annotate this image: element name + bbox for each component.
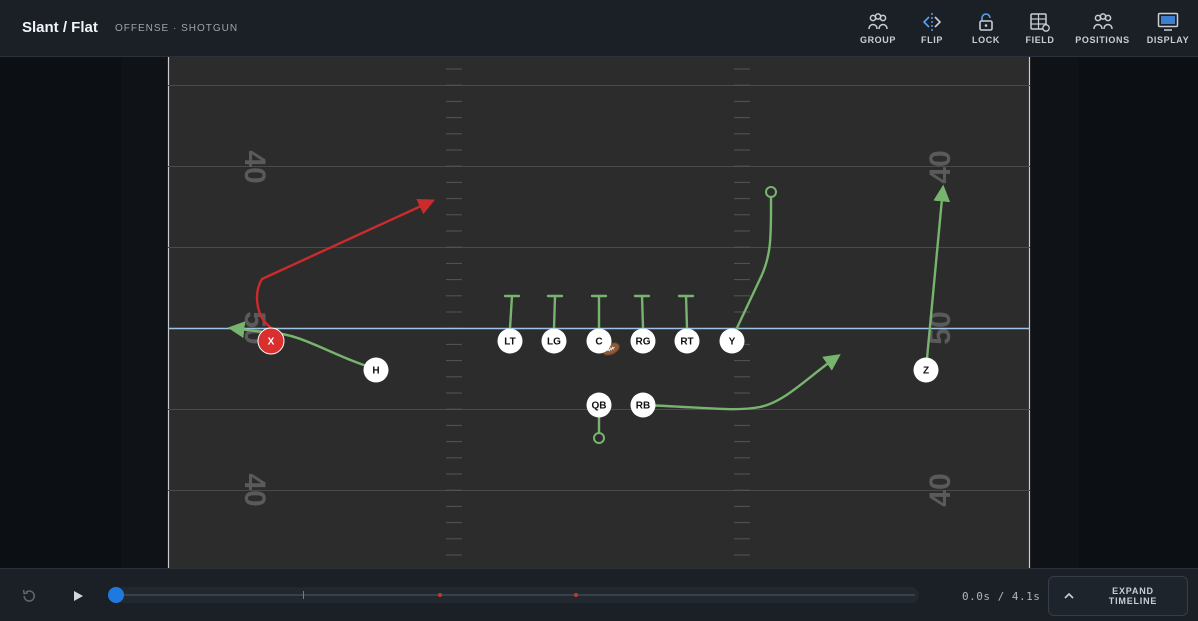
timeline-playhead[interactable] — [108, 587, 124, 603]
display-button[interactable]: DISPLAY — [1138, 0, 1198, 57]
group-button[interactable]: GROUP — [851, 0, 905, 57]
yard-number-top-right: 40 — [924, 150, 957, 183]
timeline-event-marker[interactable] — [574, 593, 578, 597]
play-button[interactable] — [65, 583, 91, 609]
player-lt-label: LT — [504, 337, 515, 348]
timeline-scrubber[interactable] — [108, 587, 919, 603]
yard-number-bottom-left: 40 — [238, 473, 271, 506]
positions-button[interactable]: POSITIONS — [1067, 0, 1138, 57]
reset-button[interactable] — [16, 583, 42, 609]
lock-icon — [979, 13, 993, 31]
expand-timeline-button[interactable]: EXPAND TIMELINE — [1048, 576, 1188, 616]
flip-label: FLIP — [921, 35, 943, 45]
timeline-bar: 0.0s / 4.1s EXPAND TIMELINE — [0, 568, 1198, 621]
reset-icon — [22, 589, 35, 602]
field-label: FIELD — [1025, 35, 1055, 45]
player-qb[interactable]: QB — [586, 392, 612, 418]
player-rb[interactable]: RB — [630, 392, 656, 418]
display-icon — [1157, 12, 1179, 31]
group-label: GROUP — [859, 35, 896, 45]
player-rt-label: RT — [680, 337, 693, 348]
positions-icon — [1092, 13, 1113, 30]
play-icon — [74, 591, 83, 601]
lock-button[interactable]: LOCK — [959, 0, 1013, 57]
play-formation: OFFENSE · SHOTGUN — [115, 23, 239, 34]
player-lg[interactable]: LG — [541, 328, 567, 354]
player-rt[interactable]: RT — [674, 328, 700, 354]
player-lt[interactable]: LT — [497, 328, 523, 354]
flip-button[interactable]: FLIP — [905, 0, 959, 57]
player-c[interactable]: C — [586, 328, 612, 354]
player-z-label: Z — [923, 366, 929, 377]
player-x[interactable]: X — [257, 327, 285, 355]
player-x-label: X — [268, 337, 275, 348]
player-z[interactable]: Z — [913, 357, 939, 383]
toolbar: GROUP FLIP LOCK FIELD POSITIONS DISPLAY — [851, 0, 1198, 57]
player-y-label: Y — [729, 337, 736, 348]
player-rg-label: RG — [636, 337, 651, 348]
player-rg[interactable]: RG — [630, 328, 656, 354]
expand-timeline-label: EXPAND TIMELINE — [1085, 586, 1181, 606]
player-y[interactable]: Y — [719, 328, 745, 354]
player-qb-label: QB — [592, 401, 607, 412]
field-diagram: 40 40 50 50 40 40 X H LT LG C RG RT Y Z … — [167, 57, 1031, 568]
timeline-track — [114, 594, 915, 596]
player-rb-label: RB — [636, 401, 650, 412]
expand-timeline-label-line1: EXPAND — [1112, 586, 1154, 596]
player-h[interactable]: H — [363, 357, 389, 383]
play-canvas[interactable]: 40 40 50 50 40 40 X H LT LG C RG RT Y Z … — [0, 57, 1198, 568]
top-bar: Slant / Flat OFFENSE · SHOTGUN GROUP FLI… — [0, 0, 1198, 57]
play-title: Slant / Flat — [22, 19, 98, 36]
flip-icon — [922, 13, 942, 31]
player-c-label: C — [595, 337, 602, 348]
group-icon — [868, 13, 888, 30]
time-readout: 0.0s / 4.1s — [962, 590, 1041, 603]
timeline-keyframe-marker[interactable] — [303, 591, 304, 599]
lock-label: LOCK — [972, 35, 1000, 45]
field-icon — [1030, 13, 1050, 32]
chevron-up-icon — [1064, 592, 1074, 599]
player-lg-label: LG — [547, 337, 561, 348]
positions-label: POSITIONS — [1075, 35, 1130, 45]
timeline-event-marker[interactable] — [438, 593, 442, 597]
display-label: DISPLAY — [1146, 35, 1190, 45]
player-h-label: H — [372, 366, 379, 377]
field-button[interactable]: FIELD — [1013, 0, 1067, 57]
expand-timeline-label-line2: TIMELINE — [1108, 596, 1158, 606]
yard-number-bottom-right: 40 — [924, 473, 957, 506]
yard-number-top-left: 40 — [238, 150, 271, 183]
